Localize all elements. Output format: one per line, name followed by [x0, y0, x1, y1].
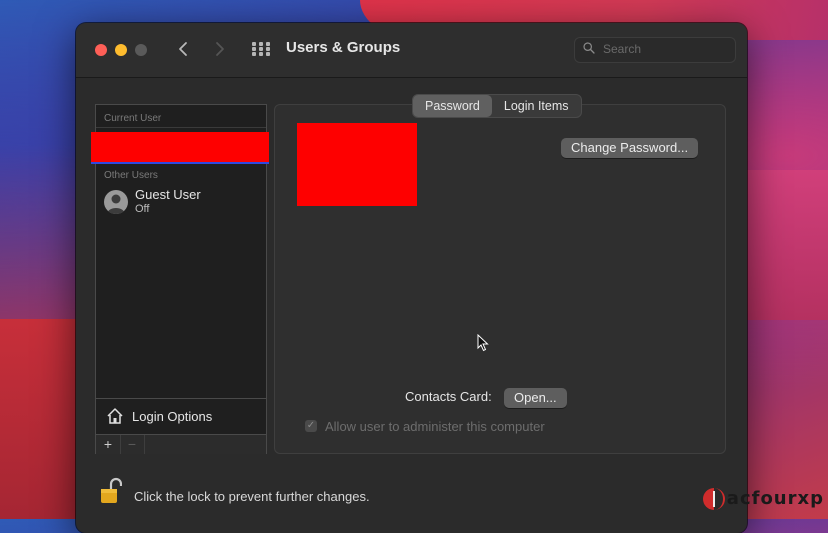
- grid-icon[interactable]: [252, 42, 270, 56]
- change-password-button[interactable]: Change Password...: [561, 138, 699, 158]
- search-input[interactable]: Search: [574, 37, 736, 63]
- tab-password[interactable]: Password: [413, 95, 492, 117]
- wallpaper-shape: [738, 170, 828, 320]
- back-icon[interactable]: [174, 39, 194, 59]
- preferences-window: Users & Groups Search Current User Other…: [76, 23, 747, 533]
- minimize-button[interactable]: [115, 44, 127, 56]
- contacts-card-label: Contacts Card:: [405, 389, 492, 404]
- wallpaper-shape: [0, 319, 80, 519]
- cursor-icon: [477, 334, 489, 352]
- house-icon: [107, 408, 123, 424]
- zoom-button[interactable]: [135, 44, 147, 56]
- search-placeholder: Search: [603, 42, 642, 56]
- other-users-label: Other Users: [104, 170, 158, 181]
- remove-user-button[interactable]: −: [120, 435, 145, 454]
- user-list: Current User Other Users Guest User Off …: [91, 104, 269, 454]
- divider: [96, 127, 266, 128]
- window-title: Users & Groups: [286, 39, 401, 56]
- guest-user-name[interactable]: Guest User: [135, 187, 201, 202]
- guest-user-status: Off: [135, 203, 150, 215]
- current-user-label: Current User: [104, 113, 162, 124]
- tab-login-items[interactable]: Login Items: [492, 95, 581, 117]
- current-user-item-redacted[interactable]: [91, 132, 269, 164]
- forward-icon[interactable]: [209, 39, 229, 59]
- login-options-label: Login Options: [132, 409, 213, 424]
- user-picture-redacted[interactable]: [297, 123, 417, 206]
- sidebar-footer: + −: [96, 434, 266, 454]
- admin-checkbox[interactable]: ✓: [305, 420, 317, 432]
- close-button[interactable]: [95, 44, 107, 56]
- person-icon: [104, 190, 128, 214]
- search-icon: [583, 42, 595, 54]
- watermark: acfourxp: [701, 483, 824, 513]
- lock-icon[interactable]: [100, 477, 122, 505]
- title-bar: Users & Groups Search: [76, 23, 747, 78]
- tab-bar: Password Login Items: [412, 94, 582, 118]
- admin-checkbox-label: Allow user to administer this computer: [325, 419, 545, 434]
- lock-status-text: Click the lock to prevent further change…: [134, 489, 370, 504]
- add-user-button[interactable]: +: [96, 435, 121, 454]
- open-contacts-button[interactable]: Open...: [504, 388, 567, 408]
- password-panel: Change Password... Contacts Card: Open..…: [274, 104, 726, 454]
- login-options-item[interactable]: Login Options: [96, 398, 266, 433]
- logo-icon: [702, 488, 725, 510]
- watermark-text: acfourxp: [726, 487, 824, 509]
